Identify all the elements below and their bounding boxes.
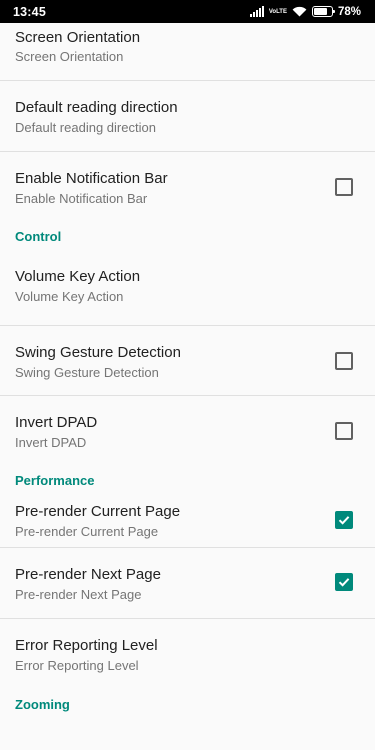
wifi-icon [292,6,307,17]
pref-prerender-current[interactable]: Pre-render Current Page Pre-render Curre… [0,496,375,548]
pref-error-reporting[interactable]: Error Reporting Level Error Reporting Le… [0,619,375,690]
section-zooming: Zooming [0,690,375,719]
pref-summary: Error Reporting Level [15,658,139,673]
invert-dpad-checkbox[interactable] [335,422,353,440]
pref-volume-key-action[interactable]: Volume Key Action Volume Key Action [0,251,375,326]
pref-title: Error Reporting Level [15,637,158,654]
section-performance: Performance [0,467,375,496]
pref-title: Pre-render Next Page [15,566,161,583]
pref-summary: Invert DPAD [15,435,87,450]
pref-title: Invert DPAD [15,414,98,431]
pref-summary: Screen Orientation [15,49,124,64]
signal-strength-icon [249,6,264,17]
pref-title: Volume Key Action [15,268,141,285]
section-header-zooming: Zooming [15,697,70,712]
status-bar: 13:45 VoLTE 78% [0,0,375,23]
pref-title: Pre-render Current Page [15,503,181,520]
section-header-performance: Performance [15,473,95,488]
prerender-current-checkbox[interactable] [335,511,353,529]
pref-summary: Pre-render Current Page [15,524,159,539]
pref-summary: Swing Gesture Detection [15,365,159,380]
battery-percent: 78% [337,5,361,18]
section-header-control: Control [15,229,62,244]
prerender-next-checkbox[interactable] [335,573,353,591]
pref-summary: Enable Notification Bar [15,191,148,206]
notification-bar-checkbox[interactable] [335,178,353,196]
battery-icon [311,6,336,17]
checkmark-icon [338,578,350,587]
volte-icon: VoLTE [268,8,287,15]
pref-prerender-next[interactable]: Pre-render Next Page Pre-render Next Pag… [0,548,375,619]
pref-summary: Volume Key Action [15,289,124,304]
pref-summary: Pre-render Next Page [15,587,142,602]
pref-reading-direction[interactable]: Default reading direction Default readin… [0,81,375,152]
pref-title: Default reading direction [15,99,178,116]
section-control: Control [0,222,375,251]
pref-title: Swing Gesture Detection [15,344,181,361]
pref-notification-bar[interactable]: Enable Notification Bar Enable Notificat… [0,152,375,222]
status-time: 13:45 [13,4,46,19]
pref-summary: Default reading direction [15,120,156,135]
swing-gesture-checkbox[interactable] [335,352,353,370]
preferences-list: Screen Orientation Screen Orientation De… [0,23,375,719]
pref-swing-gesture[interactable]: Swing Gesture Detection Swing Gesture De… [0,326,375,396]
checkmark-icon [338,516,350,525]
pref-screen-orientation[interactable]: Screen Orientation Screen Orientation [0,23,375,81]
pref-title: Screen Orientation [15,29,141,46]
status-icons: VoLTE 78% [249,5,361,18]
pref-title: Enable Notification Bar [15,170,168,187]
pref-invert-dpad[interactable]: Invert DPAD Invert DPAD [0,396,375,467]
